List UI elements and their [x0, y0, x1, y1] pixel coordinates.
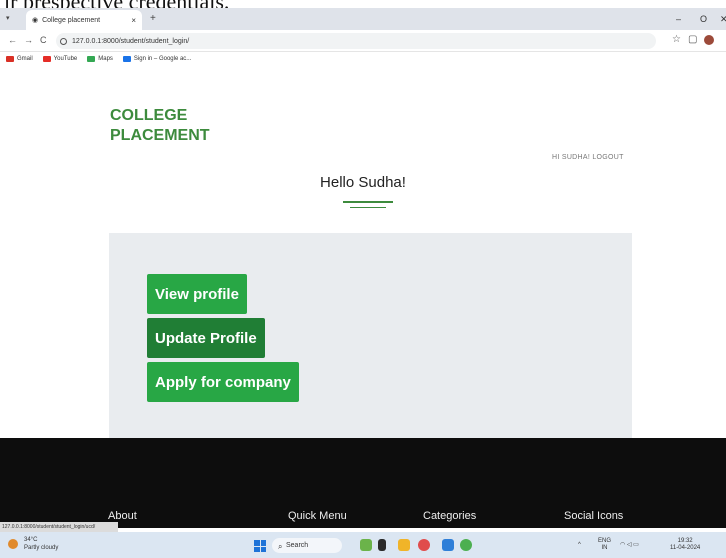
screen: ir prespective credentials. ▾ ◉ College … [0, 0, 726, 558]
logo-line-2: PLACEMENT [110, 127, 210, 144]
taskbar-search-box[interactable]: Search [272, 538, 342, 553]
actions-panel: View profile Update Profile Apply for co… [109, 233, 632, 445]
vscode-icon[interactable] [442, 539, 454, 551]
browser-tab[interactable]: ◉ College placement × [26, 10, 142, 30]
footer-quick-menu: Quick Menu [288, 510, 347, 522]
new-tab-button[interactable]: + [150, 13, 156, 24]
bookmark-google-signin[interactable]: Sign in – Google ac... [122, 56, 191, 62]
chrome-icon[interactable] [460, 539, 472, 551]
task-view-icon[interactable] [378, 539, 386, 551]
browser-tab-bar: ▾ ◉ College placement × + – O ✕ [0, 8, 726, 30]
greeting-heading: Hello Sudha! [320, 174, 406, 191]
status-bar-url: 127.0.0.1:8000/student/student_login/ucd… [0, 522, 118, 532]
heading-underline-2 [350, 207, 386, 208]
logo-line-1: COLLEGE [110, 107, 188, 124]
footer-social-icons: Social Icons [564, 510, 624, 522]
logout-link[interactable]: HI SUDHA! LOGOUT [552, 154, 624, 161]
windows-taskbar: 34°C Partly cloudy Search ⌕ ^ ENG IN ◠ ◁ … [0, 532, 726, 558]
maps-icon [87, 56, 96, 62]
forward-icon[interactable]: → [24, 35, 33, 45]
site-logo[interactable]: COLLEGE PLACEMENT [110, 106, 210, 146]
bookmark-star-icon[interactable]: ☆ [672, 34, 681, 45]
update-profile-button[interactable]: Update Profile [147, 318, 265, 358]
heading-underline [343, 201, 393, 203]
page-content: COLLEGE PLACEMENT HI SUDHA! LOGOUT Hello… [0, 66, 726, 445]
bookmarks-bar: Gmail YouTube Maps Sign in – Google ac..… [0, 52, 726, 66]
footer-categories: Categories [423, 510, 477, 522]
bookmark-youtube[interactable]: YouTube [42, 56, 77, 62]
start-button-icon[interactable] [254, 540, 266, 552]
gmail-icon [6, 56, 14, 62]
clock[interactable]: 19:32 11-04-2024 [670, 538, 700, 552]
widgets-icon[interactable] [360, 539, 372, 551]
minimize-button[interactable]: – [676, 14, 681, 24]
youtube-icon [42, 56, 51, 62]
extensions-icon[interactable]: ▢ [688, 34, 697, 45]
back-icon[interactable]: ← [8, 35, 17, 45]
file-explorer-icon[interactable] [398, 539, 410, 551]
site-footer: About Quick Menu Categories Social Icons [0, 438, 726, 528]
tray-overflow-icon[interactable]: ^ [578, 542, 581, 549]
apply-company-button[interactable]: Apply for company [147, 362, 299, 402]
search-icon: ⌕ [278, 542, 283, 551]
tab-close-icon[interactable]: × [131, 16, 136, 25]
bookmark-gmail[interactable]: Gmail [6, 56, 33, 62]
weather-widget[interactable]: 34°C Partly cloudy [8, 536, 58, 552]
language-indicator[interactable]: ENG IN [598, 538, 611, 552]
favicon-icon: ◉ [32, 17, 39, 24]
address-bar-row: ← → C 127.0.0.1:8000/student/student_log… [0, 30, 726, 52]
wifi-volume-icons[interactable]: ◠ ◁ ▭ [620, 542, 639, 549]
profile-avatar[interactable] [704, 35, 714, 45]
google-icon [122, 56, 131, 62]
view-profile-button[interactable]: View profile [147, 274, 247, 314]
site-info-icon[interactable] [60, 38, 67, 45]
close-window-button[interactable]: ✕ [720, 14, 726, 25]
tab-title: College placement [42, 16, 101, 24]
url-input[interactable]: 127.0.0.1:8000/student/student_login/ [56, 33, 656, 49]
tab-list-icon[interactable]: ▾ [6, 14, 10, 22]
maximize-button[interactable]: O [700, 14, 707, 24]
footer-about: About [108, 510, 137, 522]
bookmark-maps[interactable]: Maps [87, 56, 113, 62]
app-icon[interactable] [418, 539, 430, 551]
reload-icon[interactable]: C [40, 35, 47, 45]
